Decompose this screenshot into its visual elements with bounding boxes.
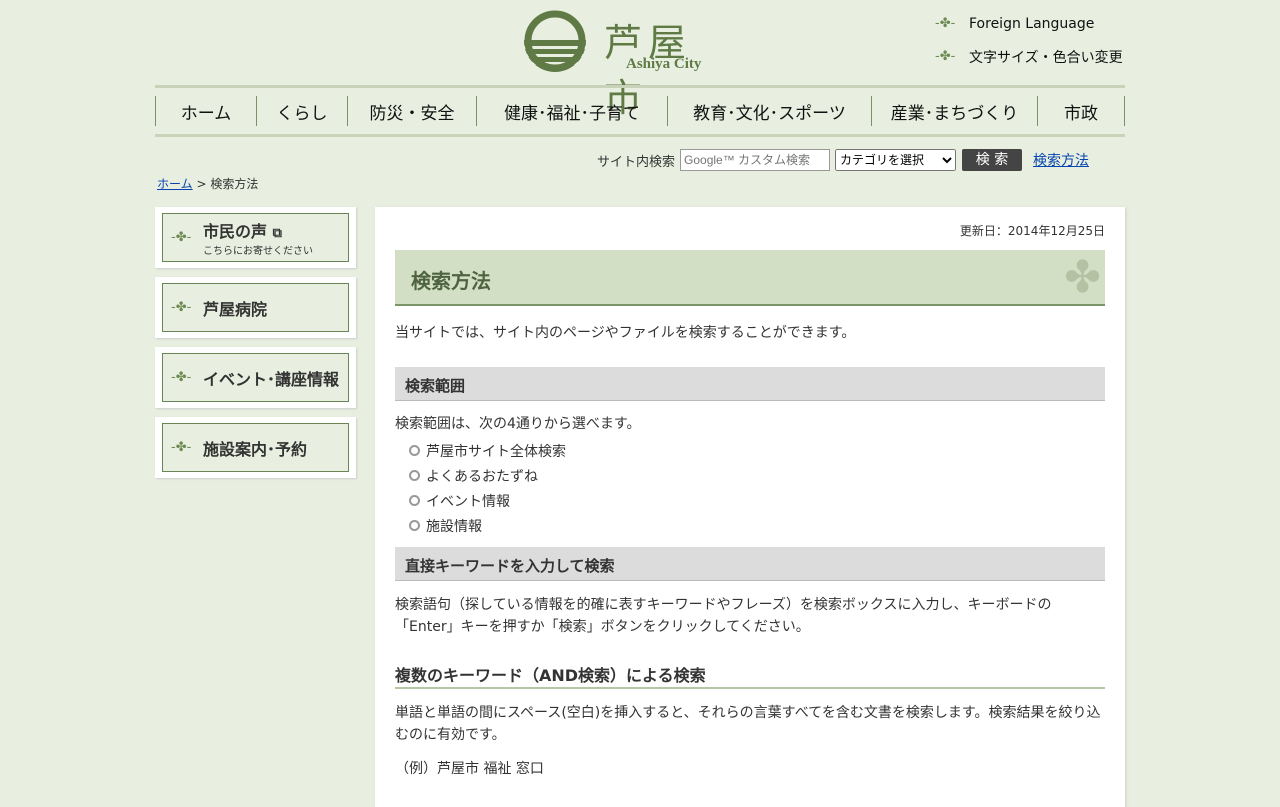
- sidebar-label: 市民の声: [203, 222, 268, 241]
- search-button[interactable]: 検 索: [962, 149, 1023, 171]
- and-text: 単語と単語の間にスペース(空白)を挿入すると、それらの言葉すべてを含む文書を検索…: [395, 705, 1101, 743]
- nav-industry[interactable]: 産業･まちづくり: [871, 96, 1037, 126]
- sidebar-label: 施設案内･予約: [203, 439, 308, 459]
- nav-city-admin[interactable]: 市政: [1037, 96, 1125, 126]
- new-window-icon: ⧉: [272, 226, 282, 241]
- heading-and-search: 複数のキーワード（AND検索）による検索: [395, 662, 1105, 689]
- nav-education[interactable]: 教育･文化･スポーツ: [667, 96, 871, 126]
- foreign-language-label: Foreign Language: [969, 16, 1095, 32]
- search-help-link[interactable]: 検索方法: [1033, 150, 1089, 170]
- category-select[interactable]: カテゴリを選択: [835, 149, 957, 171]
- ornament-icon: -✤-: [171, 299, 192, 315]
- foreign-language-link[interactable]: -✤- Foreign Language: [935, 16, 1094, 32]
- scope-text: 検索範囲は、次の4通りから選べます。: [395, 416, 641, 432]
- example-text: （例）芦屋市 福祉 窓口: [395, 761, 544, 777]
- breadcrumb-separator: >: [196, 177, 207, 191]
- nav-living[interactable]: くらし: [256, 96, 347, 126]
- direct-text: 検索語句（探している情報を的確に表すキーワードやフレーズ）を検索ボックスに入力し…: [395, 597, 1052, 635]
- updated-date: 更新日：2014年12月25日: [959, 224, 1105, 238]
- list-item: 施設情報: [395, 516, 1105, 541]
- sidebar-facilities[interactable]: -✤- 施設案内･予約: [155, 417, 356, 478]
- sidebar-hospital[interactable]: -✤- 芦屋病院: [155, 277, 356, 338]
- nav-home[interactable]: ホーム: [155, 96, 256, 126]
- global-nav: ホーム くらし 防災・安全 健康･福祉･子育て 教育･文化･スポーツ 産業･まち…: [155, 85, 1125, 137]
- sidebar-sublabel: こちらにお寄せください: [203, 246, 313, 257]
- ornament-icon: -✤-: [171, 439, 192, 455]
- list-item: 芦屋市サイト全体検索: [395, 441, 1105, 466]
- sidebar-citizen-voice[interactable]: -✤- 市民の声 ⧉ こちらにお寄せください: [155, 207, 356, 268]
- logo-emblem: [524, 10, 586, 72]
- text-size-label: 文字サイズ・色合い変更: [969, 50, 1123, 66]
- intro-text: 当サイトでは、サイト内のページやファイルを検索することができます。: [395, 325, 856, 341]
- page-title: 検索方法 ✤: [395, 250, 1105, 306]
- ornament-icon: -✤-: [935, 16, 956, 31]
- list-item: よくあるおたずね: [395, 466, 1105, 491]
- ornament-icon: -✤-: [935, 49, 956, 64]
- heading-scope: 検索範囲: [395, 367, 1105, 401]
- sidebar-events[interactable]: -✤- イベント･講座情報: [155, 347, 356, 408]
- list-item: イベント情報: [395, 491, 1105, 516]
- text-size-link[interactable]: -✤- 文字サイズ・色合い変更: [935, 47, 1123, 67]
- ornament-icon: -✤-: [171, 369, 192, 385]
- page-title-text: 検索方法: [411, 269, 491, 293]
- search-label: サイト内検索: [597, 154, 676, 170]
- sidebar-label: イベント･講座情報: [203, 369, 340, 389]
- scope-list: 芦屋市サイト全体検索 よくあるおたずね イベント情報 施設情報: [395, 441, 1105, 541]
- breadcrumb: ホーム > 検索方法: [157, 175, 258, 192]
- breadcrumb-home[interactable]: ホーム: [157, 177, 193, 191]
- logo-subtitle: Ashiya City: [626, 56, 702, 72]
- search-input[interactable]: [680, 149, 831, 171]
- sidebar-label: 芦屋病院: [203, 299, 268, 319]
- ornament-icon: ✤: [1064, 252, 1101, 303]
- ornament-icon: -✤-: [171, 229, 192, 245]
- heading-direct: 直接キーワードを入力して検索: [395, 547, 1105, 581]
- main-content: 更新日：2014年12月25日 検索方法 ✤ 当サイトでは、サイト内のページやファ…: [375, 207, 1125, 807]
- breadcrumb-current: 検索方法: [210, 177, 259, 191]
- nav-safety[interactable]: 防災・安全: [347, 96, 476, 126]
- site-search: サイト内検索 カテゴリを選択 検 索 検索方法: [597, 149, 1089, 171]
- site-logo[interactable]: 芦屋市 Ashiya City: [522, 8, 732, 120]
- nav-health[interactable]: 健康･福祉･子育て: [476, 96, 667, 126]
